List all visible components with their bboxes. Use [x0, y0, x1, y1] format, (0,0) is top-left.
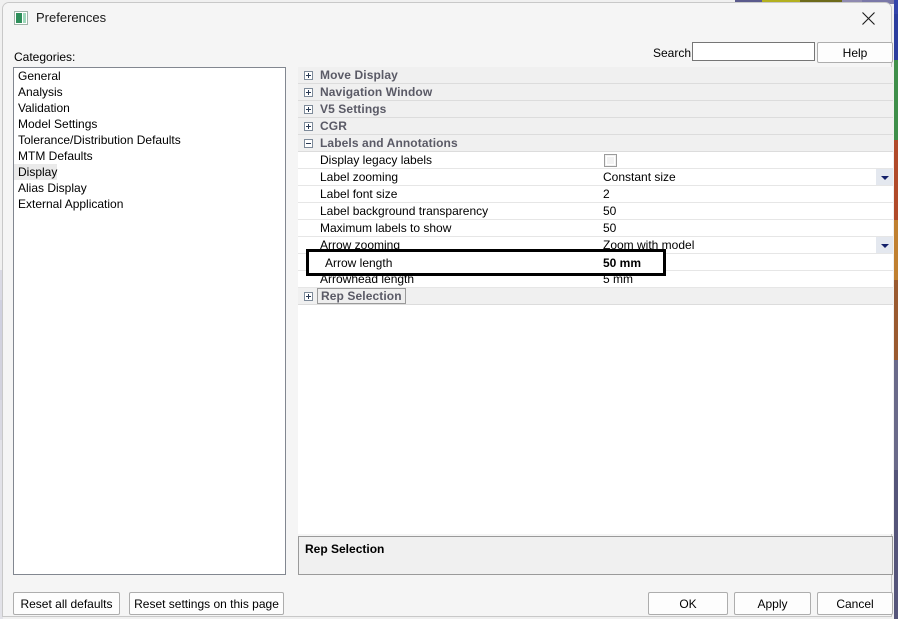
property-value-text: 50	[603, 221, 617, 235]
background-window-strip-right	[894, 0, 898, 619]
chevron-down-icon[interactable]	[876, 169, 893, 185]
category-item[interactable]: Tolerance/Distribution Defaults	[14, 132, 285, 148]
property-group-row[interactable]: Rep Selection	[298, 288, 893, 305]
property-group-label: Rep Selection	[298, 288, 597, 305]
property-group-label: Navigation Window	[320, 85, 433, 99]
category-item[interactable]: External Application	[14, 196, 285, 212]
property-row[interactable]: Label background transparency 50	[298, 203, 893, 220]
property-value	[598, 101, 893, 118]
property-group-label: V5 Settings	[320, 102, 387, 116]
categories-label: Categories:	[14, 50, 76, 64]
app-icon	[14, 11, 28, 25]
property-value	[598, 118, 893, 135]
property-row[interactable]: Label zooming Constant size	[298, 169, 893, 186]
description-title: Rep Selection	[305, 542, 385, 556]
property-group-row[interactable]: V5 Settings	[298, 101, 893, 118]
search-input[interactable]	[692, 42, 815, 61]
help-button[interactable]: Help	[817, 42, 893, 63]
property-value[interactable]: Constant size	[598, 169, 893, 186]
property-value[interactable]: 2	[598, 186, 893, 203]
property-grid[interactable]: Move Display Navigation Window V5 Settings…	[298, 67, 893, 534]
highlight-property-value: 50 mm	[603, 256, 642, 270]
search-label: Search:	[653, 46, 695, 60]
category-item[interactable]: Display	[14, 164, 58, 180]
property-value[interactable]: 50	[598, 203, 893, 220]
property-name: Label font size	[320, 187, 398, 201]
property-value[interactable]: 50	[598, 220, 893, 237]
property-value	[598, 135, 893, 152]
chevron-down-icon[interactable]	[876, 237, 893, 253]
preferences-dialog: Preferences Categories: Search: Help Gen…	[2, 2, 893, 617]
property-value[interactable]	[598, 152, 893, 169]
property-name: Label zooming	[320, 170, 399, 184]
apply-button[interactable]: Apply	[734, 592, 811, 615]
property-name: Display legacy labels	[320, 153, 433, 167]
preferences-window-root: Preferences Categories: Search: Help Gen…	[0, 0, 898, 619]
title-bar: Preferences	[3, 3, 891, 33]
property-value	[598, 84, 893, 101]
property-group-row[interactable]: Navigation Window	[298, 84, 893, 101]
category-item[interactable]: Model Settings	[14, 116, 285, 132]
property-value	[598, 67, 893, 84]
cancel-button[interactable]: Cancel	[817, 592, 893, 615]
property-row[interactable]: Label font size 2	[298, 186, 893, 203]
property-group-row[interactable]: Labels and Annotations	[298, 135, 893, 152]
window-title: Preferences	[36, 10, 107, 25]
category-item[interactable]: Validation	[14, 100, 285, 116]
property-group-row[interactable]: CGR	[298, 118, 893, 135]
reset-all-defaults-button[interactable]: Reset all defaults	[13, 592, 120, 615]
category-item[interactable]: General	[14, 68, 285, 84]
category-item[interactable]: MTM Defaults	[14, 148, 285, 164]
property-value-text: 2	[603, 187, 610, 201]
property-row[interactable]: Display legacy labels	[298, 152, 893, 169]
property-group-label: CGR	[320, 119, 347, 133]
category-item[interactable]: Analysis	[14, 84, 285, 100]
close-icon	[862, 12, 875, 25]
property-name: Maximum labels to show	[320, 221, 452, 235]
property-name: Label background transparency	[320, 204, 489, 218]
highlight-annotation-arrow-length: Arrow length 50 mm	[306, 249, 666, 276]
grid-empty-area	[298, 305, 893, 534]
categories-list[interactable]: General Analysis Validation Model Settings T…	[13, 67, 286, 575]
close-button[interactable]	[846, 3, 891, 33]
property-value-text: 50	[603, 204, 617, 218]
property-group-label: Move Display	[320, 68, 398, 82]
selected-group-label: Rep Selection	[317, 288, 406, 304]
highlight-property-name: Arrow length	[325, 256, 393, 270]
checkbox-unchecked-icon[interactable]	[604, 154, 617, 167]
ok-button[interactable]: OK	[648, 592, 728, 615]
property-value-text: Constant size	[603, 170, 676, 184]
property-group-row[interactable]: Move Display	[298, 67, 893, 84]
property-value	[598, 288, 893, 305]
property-group-label: Labels and Annotations	[320, 136, 458, 150]
description-pane: Rep Selection	[298, 536, 893, 575]
category-item[interactable]: Alias Display	[14, 180, 285, 196]
property-row[interactable]: Maximum labels to show 50	[298, 220, 893, 237]
reset-settings-on-this-page-button[interactable]: Reset settings on this page	[129, 592, 284, 615]
